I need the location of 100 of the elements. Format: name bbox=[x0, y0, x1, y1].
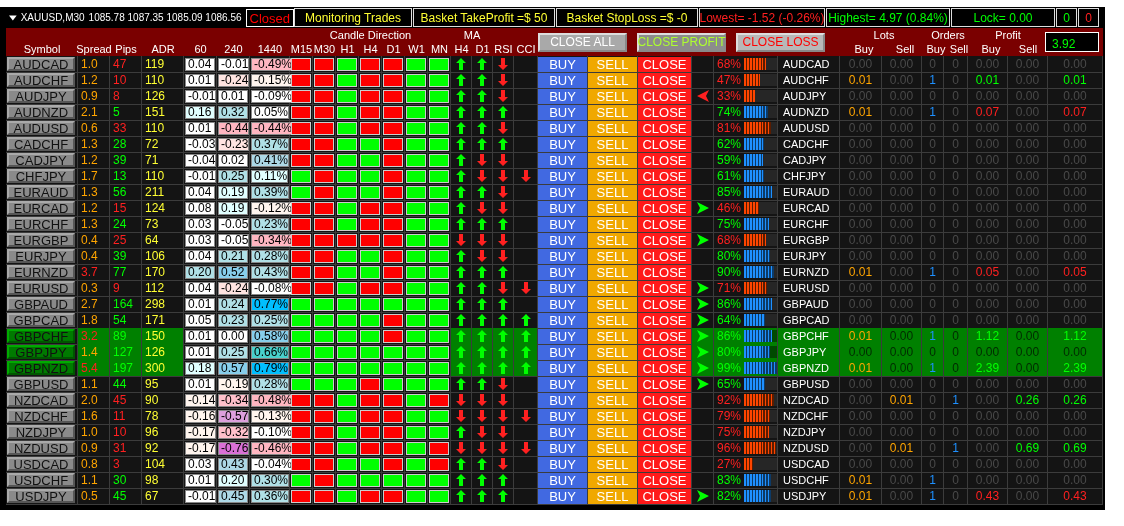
total-profit-value: 0.01 bbox=[1063, 74, 1087, 86]
change-cell: -0.32 bbox=[218, 425, 250, 439]
symbol-button[interactable]: USDCAD bbox=[7, 457, 75, 471]
symbol-button[interactable]: EURNZD bbox=[7, 265, 75, 279]
change-cell: 0.01 bbox=[185, 329, 215, 343]
change-cell: 0.39% bbox=[251, 185, 290, 199]
symbol-button[interactable]: NZDJPY bbox=[7, 425, 75, 439]
pips-value: 39 bbox=[112, 154, 127, 166]
adr-value: 71 bbox=[144, 154, 159, 166]
change-cell: -0.57 bbox=[218, 409, 250, 423]
change-cell: -0.01 bbox=[185, 489, 217, 503]
change-cell: 0.05 bbox=[185, 313, 215, 327]
change-cell: 0.04 bbox=[185, 249, 215, 263]
column-header: M15 bbox=[290, 42, 313, 56]
symbol-button[interactable]: GBPUSD bbox=[7, 377, 75, 391]
change-cell: 0.00 bbox=[218, 329, 248, 343]
adr-value: 106 bbox=[144, 250, 166, 262]
adr-value: 110 bbox=[144, 170, 165, 182]
change-cell: -0.01 bbox=[185, 169, 217, 183]
adr-value: 104 bbox=[144, 458, 166, 470]
symbol-button[interactable]: CADCHF bbox=[7, 137, 75, 151]
column-header: H4 bbox=[362, 42, 379, 56]
pips-value: 25 bbox=[112, 234, 127, 246]
spread-value: 1.2 bbox=[80, 154, 98, 166]
symbol-button[interactable]: GBPCAD bbox=[7, 313, 75, 327]
symbol-button[interactable]: GBPCHF bbox=[7, 329, 75, 343]
symbol-button[interactable]: EURAUD bbox=[7, 185, 75, 199]
adr-value: 112 bbox=[144, 282, 165, 294]
adr-value: 110 bbox=[144, 122, 165, 134]
adr-value: 124 bbox=[144, 202, 166, 214]
strength-percent: 80% bbox=[716, 250, 742, 262]
spread-value: 2.7 bbox=[80, 298, 98, 310]
symbol-button[interactable]: AUDCHF bbox=[7, 73, 75, 87]
adr-value: 98 bbox=[144, 474, 159, 486]
adr-value: 78 bbox=[144, 410, 159, 422]
change-cell: 0.08 bbox=[185, 201, 215, 215]
column-group-header: Orders bbox=[930, 28, 966, 42]
pips-value: 5 bbox=[112, 106, 120, 118]
symbol-button[interactable]: GBPNZD bbox=[7, 361, 75, 375]
symbol-button[interactable]: GBPJPY bbox=[7, 345, 75, 359]
symbol-button[interactable]: NZDCAD bbox=[7, 393, 75, 407]
chart-prices: 1085.78 1087.35 1085.09 1086.56 bbox=[88, 13, 242, 23]
symbol-button[interactable]: AUDUSD bbox=[7, 121, 75, 135]
pips-value: 164 bbox=[112, 298, 134, 310]
symbol-label: AUDCHF bbox=[782, 74, 829, 86]
symbol-button[interactable]: CHFJPY bbox=[7, 169, 75, 183]
buy-button[interactable]: BUY bbox=[538, 56, 587, 72]
change-cell: -0.24 bbox=[218, 73, 250, 87]
change-cell: 0.25 bbox=[218, 169, 248, 183]
strength-percent: 75% bbox=[716, 218, 742, 230]
symbol-button[interactable]: NZDUSD bbox=[7, 441, 75, 455]
pips-value: 39 bbox=[112, 250, 127, 262]
pips-value: 45 bbox=[112, 394, 127, 406]
spread-value: 5.4 bbox=[80, 362, 98, 374]
spread-value: 1.6 bbox=[80, 410, 98, 422]
symbol-button[interactable]: EURJPY bbox=[7, 249, 75, 263]
symbol-button[interactable]: EURGBP bbox=[7, 233, 75, 247]
spread-value: 0.4 bbox=[80, 250, 98, 262]
change-cell: 0.19 bbox=[218, 185, 248, 199]
symbol-button[interactable]: AUDNZD bbox=[7, 105, 75, 119]
symbol-button[interactable]: EURUSD bbox=[7, 281, 75, 295]
strength-percent: 62% bbox=[716, 138, 742, 150]
symbol-button[interactable]: USDJPY bbox=[7, 489, 75, 503]
change-cell: 0.25% bbox=[251, 313, 290, 327]
strength-percent: 86% bbox=[716, 298, 742, 310]
symbol-button[interactable]: CADJPY bbox=[7, 153, 75, 167]
column-header: Buy bbox=[980, 42, 1002, 56]
close-all-button[interactable]: CLOSE ALL bbox=[538, 32, 627, 52]
symbol-button[interactable]: AUDJPY bbox=[7, 89, 75, 103]
pips-value: 24 bbox=[112, 218, 127, 230]
profit-value: 0.00 bbox=[1015, 330, 1040, 342]
close-button[interactable]: CLOSE bbox=[638, 56, 691, 72]
pips-value: 54 bbox=[112, 314, 127, 326]
adr-value: 300 bbox=[144, 362, 166, 374]
column-header: Buy bbox=[853, 42, 875, 56]
spread-value: 0.9 bbox=[80, 442, 98, 454]
symbol-button[interactable]: USDCHF bbox=[7, 473, 75, 487]
strength-percent: 59% bbox=[716, 154, 742, 166]
symbol-button[interactable]: AUDCAD bbox=[7, 57, 75, 71]
change-cell: -0.08% bbox=[251, 281, 294, 295]
close-loss-button[interactable]: CLOSE LOSS bbox=[736, 32, 825, 52]
symbol-label: CADCHF bbox=[782, 138, 829, 150]
change-cell: 0.58% bbox=[251, 329, 290, 343]
change-cell: 0.66% bbox=[251, 345, 290, 359]
change-cell: 0.03 bbox=[185, 233, 215, 247]
column-header: Symbol bbox=[22, 42, 62, 56]
spread-value: 3.7 bbox=[80, 266, 98, 278]
change-cell: 0.52 bbox=[218, 265, 248, 279]
adr-value: 171 bbox=[144, 314, 166, 326]
symbol-button[interactable]: NZDCHF bbox=[7, 409, 75, 423]
symbol-button[interactable]: GBPAUD bbox=[7, 297, 75, 311]
total-profit-value: 1.12 bbox=[1063, 330, 1087, 342]
symbol-button[interactable]: EURCHF bbox=[7, 217, 75, 231]
symbol-button[interactable]: EURCAD bbox=[7, 201, 75, 215]
strength-percent: 92% bbox=[716, 394, 742, 406]
spread-value: 1.3 bbox=[80, 138, 98, 150]
sell-button[interactable]: SELL bbox=[588, 56, 637, 72]
symbol-label: EURNZD bbox=[782, 266, 829, 278]
orders-value: 1 bbox=[952, 394, 959, 406]
change-cell: 0.36% bbox=[251, 489, 290, 503]
